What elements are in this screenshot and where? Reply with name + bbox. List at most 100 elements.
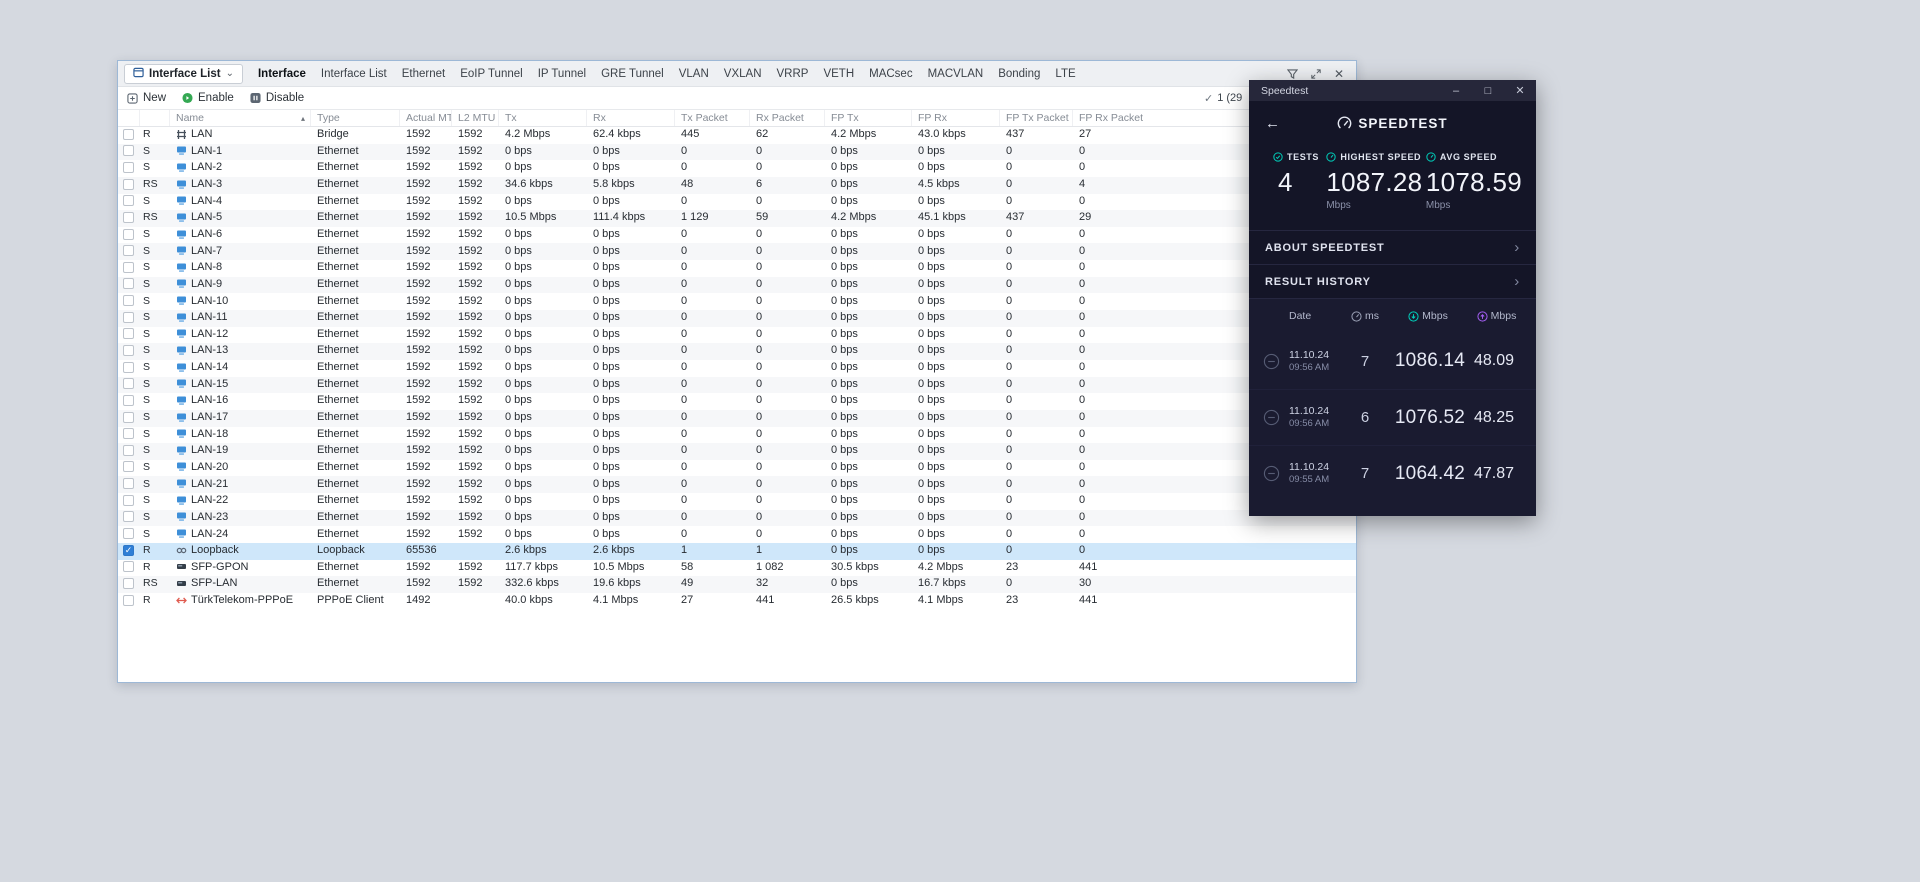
table-row-lan-3[interactable]: RS LAN-3 Ethernet 1592 1592 34.6 kbps 5.8 kbps…: [118, 176, 1356, 194]
table-row-lan-7[interactable]: S LAN-7 Ethernet 1592 1592 0 bps 0 bps 0 0 0 bps 0…: [118, 243, 1356, 261]
minus-circle-icon[interactable]: [1263, 353, 1289, 370]
tab-vrrp[interactable]: VRRP: [770, 64, 816, 84]
row-checkbox[interactable]: [123, 394, 134, 406]
row-checkbox[interactable]: [123, 128, 134, 140]
table-row-lan-13[interactable]: S LAN-13 Ethernet 1592 1592 0 bps 0 bps 0 0 0 bps…: [118, 343, 1356, 360]
minimize-button[interactable]: –: [1440, 80, 1472, 101]
row-checkbox[interactable]: [123, 361, 134, 373]
new-button[interactable]: New: [127, 92, 166, 104]
header-fp-tx[interactable]: FP Tx: [825, 110, 912, 126]
row-checkbox[interactable]: [123, 178, 134, 190]
disable-button[interactable]: Disable: [250, 92, 304, 104]
table-row-lan-4[interactable]: S LAN-4 Ethernet 1592 1592 0 bps 0 bps 0 0 0 bps 0…: [118, 194, 1356, 211]
table-row-lan[interactable]: R LAN Bridge 1592 1592 4.2 Mbps 62.4 kbps 445 62…: [118, 127, 1356, 144]
table-row-lan-18[interactable]: S LAN-18 Ethernet 1592 1592 0 bps 0 bps 0 0 0 bps…: [118, 427, 1356, 444]
row-checkbox[interactable]: [123, 245, 134, 257]
table-row-lan-11[interactable]: S LAN-11 Ethernet 1592 1592 0 bps 0 bps 0 0 0 bps…: [118, 310, 1356, 327]
row-checkbox[interactable]: [123, 444, 134, 456]
header-fp-rx[interactable]: FP Rx: [912, 110, 1000, 126]
header-tx[interactable]: Tx: [499, 110, 587, 126]
close-icon[interactable]: ✕: [1334, 68, 1344, 80]
filter-icon[interactable]: [1286, 68, 1298, 79]
table-row-lan-5[interactable]: RS LAN-5 Ethernet 1592 1592 10.5 Mbps 111.4 kb…: [118, 210, 1356, 227]
tab-macvlan[interactable]: MACVLAN: [921, 64, 991, 84]
table-row-lan-2[interactable]: S LAN-2 Ethernet 1592 1592 0 bps 0 bps 0 0 0 bps 0…: [118, 160, 1356, 177]
table-row-lan-14[interactable]: S LAN-14 Ethernet 1592 1592 0 bps 0 bps 0 0 0 bps…: [118, 360, 1356, 377]
header-fp-tx-packet[interactable]: FP Tx Packet: [1000, 110, 1073, 126]
header-rx-packet[interactable]: Rx Packet: [750, 110, 825, 126]
tab-ip-tunnel[interactable]: IP Tunnel: [531, 64, 593, 84]
table-row-t-rktelekom-pppoe[interactable]: R TürkTelekom-PPPoE PPPoE Client 1492 40.0 k…: [118, 593, 1356, 610]
table-row-lan-10[interactable]: S LAN-10 Ethernet 1592 1592 0 bps 0 bps 0 0 0 bps…: [118, 293, 1356, 310]
row-checkbox[interactable]: [123, 594, 134, 606]
row-checkbox[interactable]: [123, 228, 134, 240]
tab-interface-list[interactable]: Interface List: [314, 64, 394, 84]
history-row[interactable]: 11.10.24 09:55 AM 7 1064.42 47.87: [1249, 445, 1536, 501]
table-row-lan-6[interactable]: S LAN-6 Ethernet 1592 1592 0 bps 0 bps 0 0 0 bps 0…: [118, 227, 1356, 244]
table-row-lan-22[interactable]: S LAN-22 Ethernet 1592 1592 0 bps 0 bps 0 0 0 bps…: [118, 493, 1356, 510]
table-row-sfp-lan[interactable]: RS SFP-LAN Ethernet 1592 1592 332.6 kbps 19.6 …: [118, 576, 1356, 593]
tab-veth[interactable]: VETH: [816, 64, 861, 84]
minus-circle-icon[interactable]: [1263, 409, 1289, 426]
maximize-button[interactable]: □: [1472, 80, 1504, 101]
tab-gre-tunnel[interactable]: GRE Tunnel: [594, 64, 671, 84]
table-row-lan-9[interactable]: S LAN-9 Ethernet 1592 1592 0 bps 0 bps 0 0 0 bps 0…: [118, 276, 1356, 294]
row-checkbox[interactable]: [123, 328, 134, 340]
back-icon[interactable]: ←: [1265, 115, 1280, 132]
row-checkbox[interactable]: [123, 211, 134, 223]
row-checkbox[interactable]: [123, 511, 134, 523]
table-row-lan-1[interactable]: S LAN-1 Ethernet 1592 1592 0 bps 0 bps 0 0 0 bps 0…: [118, 143, 1356, 161]
header-l2-mtu[interactable]: L2 MTU: [452, 110, 499, 126]
table-row-loopback[interactable]: R Loopback Loopback 65536 2.6 kbps 2.6 kbps 1 1…: [118, 543, 1356, 560]
speedtest-titlebar[interactable]: Speedtest – □ ✕: [1249, 80, 1536, 101]
history-row[interactable]: 11.10.24 09:56 AM 7 1086.14 48.09: [1249, 333, 1536, 389]
tab-lte[interactable]: LTE: [1048, 64, 1082, 84]
tab-vlan[interactable]: VLAN: [672, 64, 716, 84]
table-row-lan-23[interactable]: S LAN-23 Ethernet 1592 1592 0 bps 0 bps 0 0 0 bps…: [118, 509, 1356, 527]
window-selector[interactable]: Interface List ⌄: [124, 63, 243, 84]
row-checkbox[interactable]: [123, 161, 134, 173]
row-checkbox[interactable]: [123, 311, 134, 323]
row-checkbox[interactable]: [123, 544, 134, 556]
table-row-lan-19[interactable]: S LAN-19 Ethernet 1592 1592 0 bps 0 bps 0 0 0 bps…: [118, 443, 1356, 460]
expand-icon[interactable]: [1311, 68, 1321, 79]
tab-ethernet[interactable]: Ethernet: [395, 64, 452, 84]
row-checkbox[interactable]: [123, 378, 134, 390]
tab-bonding[interactable]: Bonding: [991, 64, 1047, 84]
row-checkbox[interactable]: [123, 461, 134, 473]
table-row-sfp-gpon[interactable]: R SFP-GPON Ethernet 1592 1592 117.7 kbps 10.5 …: [118, 560, 1356, 577]
row-checkbox[interactable]: [123, 261, 134, 273]
minus-circle-icon[interactable]: [1263, 465, 1289, 482]
table-row-lan-16[interactable]: S LAN-16 Ethernet 1592 1592 0 bps 0 bps 0 0 0 bps…: [118, 393, 1356, 410]
row-checkbox[interactable]: [123, 478, 134, 490]
header-type[interactable]: Type: [311, 110, 400, 126]
history-row[interactable]: 11.10.24 09:56 AM 6 1076.52 48.25: [1249, 389, 1536, 445]
table-row-lan-17[interactable]: S LAN-17 Ethernet 1592 1592 0 bps 0 bps 0 0 0 bps…: [118, 409, 1356, 427]
row-checkbox[interactable]: [123, 195, 134, 207]
tab-eoip-tunnel[interactable]: EoIP Tunnel: [453, 64, 529, 84]
row-checkbox[interactable]: [123, 278, 134, 290]
row-checkbox[interactable]: [123, 561, 134, 573]
table-row-lan-12[interactable]: S LAN-12 Ethernet 1592 1592 0 bps 0 bps 0 0 0 bps…: [118, 327, 1356, 344]
row-checkbox[interactable]: [123, 295, 134, 307]
tab-interface[interactable]: Interface: [251, 64, 313, 84]
row-checkbox[interactable]: [123, 145, 134, 157]
header-name[interactable]: Name ▴: [170, 110, 311, 126]
enable-button[interactable]: Enable: [182, 92, 234, 104]
tab-vxlan[interactable]: VXLAN: [717, 64, 769, 84]
tab-macsec[interactable]: MACsec: [862, 64, 919, 84]
row-checkbox[interactable]: [123, 494, 134, 506]
menu-result-history[interactable]: RESULT HISTORY ›: [1249, 264, 1536, 298]
menu-about-speedtest[interactable]: ABOUT SPEEDTEST ›: [1249, 230, 1536, 264]
row-checkbox[interactable]: [123, 428, 134, 440]
row-checkbox[interactable]: [123, 411, 134, 423]
header-rx[interactable]: Rx: [587, 110, 675, 126]
table-row-lan-8[interactable]: S LAN-8 Ethernet 1592 1592 0 bps 0 bps 0 0 0 bps 0…: [118, 260, 1356, 277]
table-row-lan-20[interactable]: S LAN-20 Ethernet 1592 1592 0 bps 0 bps 0 0 0 bps…: [118, 460, 1356, 477]
row-checkbox[interactable]: [123, 577, 134, 589]
header-tx-packet[interactable]: Tx Packet: [675, 110, 750, 126]
row-checkbox[interactable]: [123, 344, 134, 356]
header-actual-mtu[interactable]: Actual MTU: [400, 110, 452, 126]
table-row-lan-21[interactable]: S LAN-21 Ethernet 1592 1592 0 bps 0 bps 0 0 0 bps…: [118, 476, 1356, 494]
table-row-lan-24[interactable]: S LAN-24 Ethernet 1592 1592 0 bps 0 bps 0 0 0 bps…: [118, 526, 1356, 543]
